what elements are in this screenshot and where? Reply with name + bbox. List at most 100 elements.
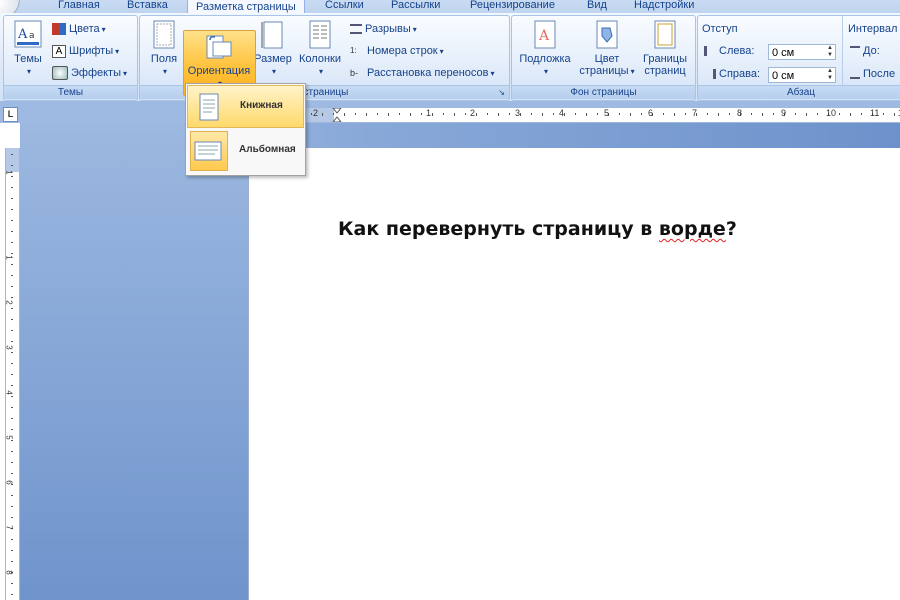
ruler-number: 8	[737, 108, 743, 118]
colors-button[interactable]: Цвета ▾	[52, 21, 106, 37]
ruler-tick	[11, 561, 13, 562]
svg-text:A: A	[538, 28, 550, 44]
portrait-page-icon	[199, 93, 219, 121]
breaks-button[interactable]: Разрывы ▾	[350, 21, 417, 37]
tab-insert[interactable]: Вставка	[127, 0, 168, 13]
margins-icon	[153, 20, 175, 49]
ruler-tick	[11, 187, 13, 188]
orientation-button[interactable]: Ориентация▾	[183, 34, 255, 90]
themes-icon: A a	[14, 20, 42, 48]
ruler-tick	[11, 429, 13, 430]
tab-home[interactable]: Главная	[58, 0, 100, 13]
ruler-tick	[377, 113, 378, 115]
ruler-tick	[729, 113, 730, 115]
tab-page-layout[interactable]: Разметка страницы	[187, 0, 305, 13]
ruler-tick	[663, 113, 664, 115]
effects-label: Эффекты	[71, 67, 122, 79]
horizontal-ruler[interactable]: 12123456789101112	[248, 107, 900, 123]
ruler-tick	[11, 297, 13, 298]
menu-item-portrait[interactable]: Книжная	[187, 85, 304, 128]
margins-button[interactable]: Поля ▾	[146, 20, 182, 78]
line-numbers-button[interactable]: 1: Номера строк ▾	[350, 43, 444, 59]
ruler-tick	[487, 113, 488, 115]
ruler-tick	[773, 113, 774, 115]
indent-right-text: Справа:	[719, 68, 761, 80]
ruler-number: 10	[826, 108, 837, 118]
heading-question-mark: ?	[725, 218, 737, 240]
tab-review[interactable]: Рецензирование	[470, 0, 555, 13]
ruler-tick	[11, 396, 13, 397]
size-button[interactable]: Размер ▾	[254, 20, 292, 78]
menu-item-landscape-label: Альбомная	[239, 144, 296, 155]
spin-down-icon[interactable]: ▼	[827, 75, 833, 81]
ruler-tick	[11, 198, 13, 199]
columns-button[interactable]: Колонки ▾	[296, 20, 344, 78]
spin-up-icon[interactable]: ▲	[827, 45, 833, 51]
ruler-tick	[11, 462, 13, 463]
indent-left-spinner[interactable]: ▲ ▼	[825, 45, 835, 59]
menu-item-landscape[interactable]: Альбомная	[187, 130, 304, 173]
fonts-button[interactable]: A Шрифты ▾	[52, 43, 119, 59]
hyphenation-label: Расстановка переносов	[367, 67, 489, 79]
indent-marker-icon[interactable]	[332, 108, 342, 122]
page-background-group: A Подложка ▾ Цвет страницы ▾ Границы страниц…	[511, 15, 696, 101]
fonts-icon: A	[52, 44, 66, 58]
chevron-down-icon: ▾	[271, 67, 276, 76]
ruler-tick	[410, 113, 411, 116]
ruler-tick	[311, 113, 312, 115]
ruler-tick	[421, 113, 422, 115]
watermark-button[interactable]: A Подложка ▾	[516, 20, 574, 78]
indent-left-input[interactable]: 0 см ▲ ▼	[768, 44, 836, 60]
ruler-tick	[531, 113, 532, 115]
chevron-down-icon: ▾	[162, 67, 167, 76]
effects-button[interactable]: Эффекты ▾	[52, 65, 127, 81]
tab-addins[interactable]: Надстройки	[634, 0, 694, 13]
spin-down-icon[interactable]: ▼	[827, 52, 833, 58]
ribbon-tabs: Главная Вставка Разметка страницы Ссылки…	[0, 0, 900, 13]
hyphenation-button[interactable]: b- Расстановка переносов ▾	[350, 65, 495, 81]
vertical-ruler[interactable]: 1 1 2 3 4 5 6 7 8	[5, 148, 20, 600]
ruler-tick	[11, 451, 13, 452]
themes-button[interactable]: A a Темы ▾	[8, 20, 48, 78]
chevron-down-icon: ▾	[630, 67, 635, 76]
ruler-number: 11	[870, 108, 880, 118]
ruler-tick	[11, 264, 13, 265]
breaks-icon	[350, 24, 362, 35]
ruler-tick	[11, 594, 13, 595]
page-color-button[interactable]: Цвет страницы ▾	[576, 20, 638, 78]
tab-mailings[interactable]: Рассылки	[391, 0, 440, 13]
ruler-tick	[894, 113, 895, 116]
heading-misspelled-word[interactable]: ворде	[659, 218, 726, 240]
spin-up-icon[interactable]: ▲	[827, 68, 833, 74]
indent-right-input[interactable]: 0 см ▲ ▼	[768, 67, 836, 83]
ruler-tick	[542, 113, 543, 116]
line-numbers-label: Номера строк	[367, 45, 438, 57]
page-color-icon	[596, 20, 618, 49]
page-borders-label-1: Границы	[643, 53, 687, 65]
ruler-tick	[11, 506, 13, 507]
chevron-down-icon: ▾	[115, 47, 120, 56]
ruler-tick	[388, 113, 389, 116]
ruler-tick	[465, 113, 466, 115]
size-icon	[261, 21, 283, 49]
ruler-tick	[11, 385, 13, 386]
ruler-tick	[11, 209, 13, 210]
ruler-tick	[685, 113, 686, 115]
dialog-launcher-icon[interactable]: ↘	[498, 86, 505, 99]
ruler-tick	[11, 407, 13, 408]
ruler-number: 2	[5, 300, 14, 305]
office-button[interactable]	[0, 0, 20, 13]
ruler-tick	[11, 330, 13, 331]
colors-label: Цвета	[69, 23, 100, 35]
tab-view[interactable]: Вид	[587, 0, 607, 13]
tab-selector[interactable]: L	[3, 107, 18, 122]
chevron-down-icon: ▾	[318, 67, 323, 76]
page-borders-button[interactable]: Границы страниц	[638, 20, 692, 77]
tab-references[interactable]: Ссылки	[325, 0, 364, 13]
indent-right-spinner[interactable]: ▲ ▼	[825, 68, 835, 82]
ruler-tick	[718, 113, 719, 116]
document-page[interactable]	[248, 148, 900, 600]
ruler-tick	[806, 113, 807, 116]
ruler-tick	[795, 113, 796, 115]
document-heading[interactable]: Как перевернуть страницу в ворде?	[338, 218, 737, 240]
